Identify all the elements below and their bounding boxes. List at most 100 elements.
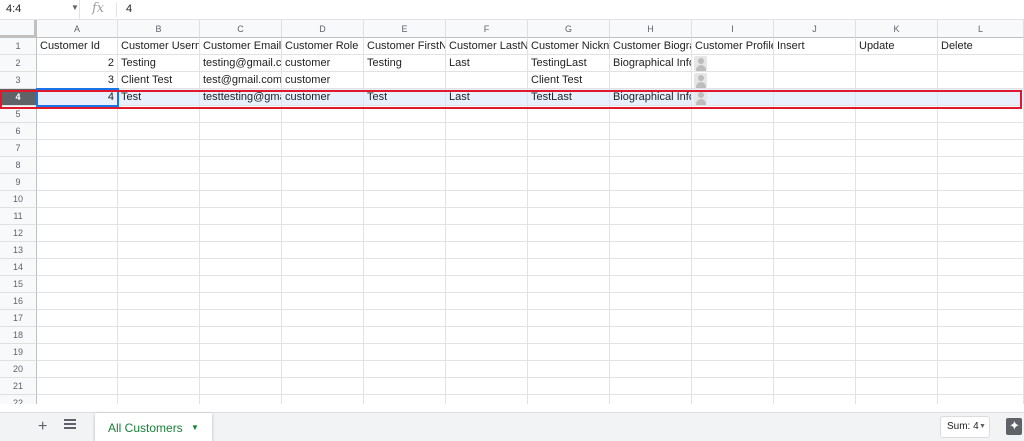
cell-d9[interactable] [282, 174, 364, 191]
row-header-9[interactable]: 9 [0, 174, 37, 191]
cell-l3[interactable] [938, 72, 1024, 89]
cell-j19[interactable] [774, 344, 856, 361]
cell-b19[interactable] [118, 344, 200, 361]
cell-c22[interactable] [200, 395, 282, 404]
cell-c14[interactable] [200, 259, 282, 276]
cell-k20[interactable] [856, 361, 938, 378]
cell-k12[interactable] [856, 225, 938, 242]
cell-b13[interactable] [118, 242, 200, 259]
cell-c6[interactable] [200, 123, 282, 140]
cell-f17[interactable] [446, 310, 528, 327]
select-all-corner[interactable] [0, 20, 37, 38]
row-header-17[interactable]: 17 [0, 310, 37, 327]
cell-b5[interactable] [118, 106, 200, 123]
cell-e16[interactable] [364, 293, 446, 310]
row-header-10[interactable]: 10 [0, 191, 37, 208]
cell-d7[interactable] [282, 140, 364, 157]
cell-b3[interactable]: Client Test [118, 72, 200, 89]
cell-b11[interactable] [118, 208, 200, 225]
cell-j17[interactable] [774, 310, 856, 327]
row-header-22[interactable]: 22 [0, 395, 37, 404]
column-header-b[interactable]: B [118, 20, 200, 38]
cell-i19[interactable] [692, 344, 774, 361]
cell-e22[interactable] [364, 395, 446, 404]
cell-a12[interactable] [37, 225, 118, 242]
chevron-down-icon[interactable]: ▼ [71, 3, 79, 12]
sum-dropdown[interactable]: Sum: 4 ▼ [940, 416, 990, 438]
cell-h2[interactable]: Biographical Info [610, 55, 692, 72]
cell-j21[interactable] [774, 378, 856, 395]
cell-f16[interactable] [446, 293, 528, 310]
cell-k16[interactable] [856, 293, 938, 310]
cell-h1[interactable]: Customer Biogra [610, 38, 692, 55]
cell-a11[interactable] [37, 208, 118, 225]
cell-j1[interactable]: Insert [774, 38, 856, 55]
cell-f14[interactable] [446, 259, 528, 276]
cell-h10[interactable] [610, 191, 692, 208]
cell-f4[interactable]: Last [446, 89, 528, 106]
cell-i11[interactable] [692, 208, 774, 225]
cell-d10[interactable] [282, 191, 364, 208]
cell-i5[interactable] [692, 106, 774, 123]
cell-f18[interactable] [446, 327, 528, 344]
row-header-4[interactable]: 4 [0, 89, 37, 106]
cell-g2[interactable]: TestingLast [528, 55, 610, 72]
cell-c2[interactable]: testing@gmail.co [200, 55, 282, 72]
cell-h13[interactable] [610, 242, 692, 259]
cell-e5[interactable] [364, 106, 446, 123]
cell-g14[interactable] [528, 259, 610, 276]
cell-d12[interactable] [282, 225, 364, 242]
cell-c16[interactable] [200, 293, 282, 310]
cell-i13[interactable] [692, 242, 774, 259]
row-header-20[interactable]: 20 [0, 361, 37, 378]
cell-h19[interactable] [610, 344, 692, 361]
cell-g15[interactable] [528, 276, 610, 293]
cell-g19[interactable] [528, 344, 610, 361]
column-header-f[interactable]: F [446, 20, 528, 38]
cell-c3[interactable]: test@gmail.com [200, 72, 282, 89]
cell-g11[interactable] [528, 208, 610, 225]
cell-d5[interactable] [282, 106, 364, 123]
cell-l15[interactable] [938, 276, 1024, 293]
cell-a7[interactable] [37, 140, 118, 157]
cell-k5[interactable] [856, 106, 938, 123]
cell-e11[interactable] [364, 208, 446, 225]
cell-a21[interactable] [37, 378, 118, 395]
cell-f3[interactable] [446, 72, 528, 89]
cell-i1[interactable]: Customer Profile [692, 38, 774, 55]
cell-k14[interactable] [856, 259, 938, 276]
cell-d15[interactable] [282, 276, 364, 293]
cell-f6[interactable] [446, 123, 528, 140]
cell-f1[interactable]: Customer LastNa [446, 38, 528, 55]
cell-k22[interactable] [856, 395, 938, 404]
cell-l11[interactable] [938, 208, 1024, 225]
cell-f11[interactable] [446, 208, 528, 225]
cell-b4[interactable]: Test [118, 89, 200, 106]
column-header-k[interactable]: K [856, 20, 938, 38]
name-box[interactable]: 4:4 ▼ [0, 0, 80, 20]
cell-h11[interactable] [610, 208, 692, 225]
cell-e4[interactable]: Test [364, 89, 446, 106]
cell-j16[interactable] [774, 293, 856, 310]
cell-e10[interactable] [364, 191, 446, 208]
cell-l2[interactable] [938, 55, 1024, 72]
cell-h5[interactable] [610, 106, 692, 123]
cell-k10[interactable] [856, 191, 938, 208]
column-header-d[interactable]: D [282, 20, 364, 38]
cell-k13[interactable] [856, 242, 938, 259]
cell-l13[interactable] [938, 242, 1024, 259]
sheet-tab-all-customers[interactable]: All Customers ▼ [95, 413, 212, 441]
cell-g6[interactable] [528, 123, 610, 140]
row-header-8[interactable]: 8 [0, 157, 37, 174]
cell-c15[interactable] [200, 276, 282, 293]
cell-c17[interactable] [200, 310, 282, 327]
cell-h4[interactable]: Biographical Info [610, 89, 692, 106]
column-header-l[interactable]: L [938, 20, 1024, 38]
cell-j18[interactable] [774, 327, 856, 344]
cell-e21[interactable] [364, 378, 446, 395]
cell-d20[interactable] [282, 361, 364, 378]
cell-h12[interactable] [610, 225, 692, 242]
cell-g5[interactable] [528, 106, 610, 123]
cell-c18[interactable] [200, 327, 282, 344]
row-header-15[interactable]: 15 [0, 276, 37, 293]
